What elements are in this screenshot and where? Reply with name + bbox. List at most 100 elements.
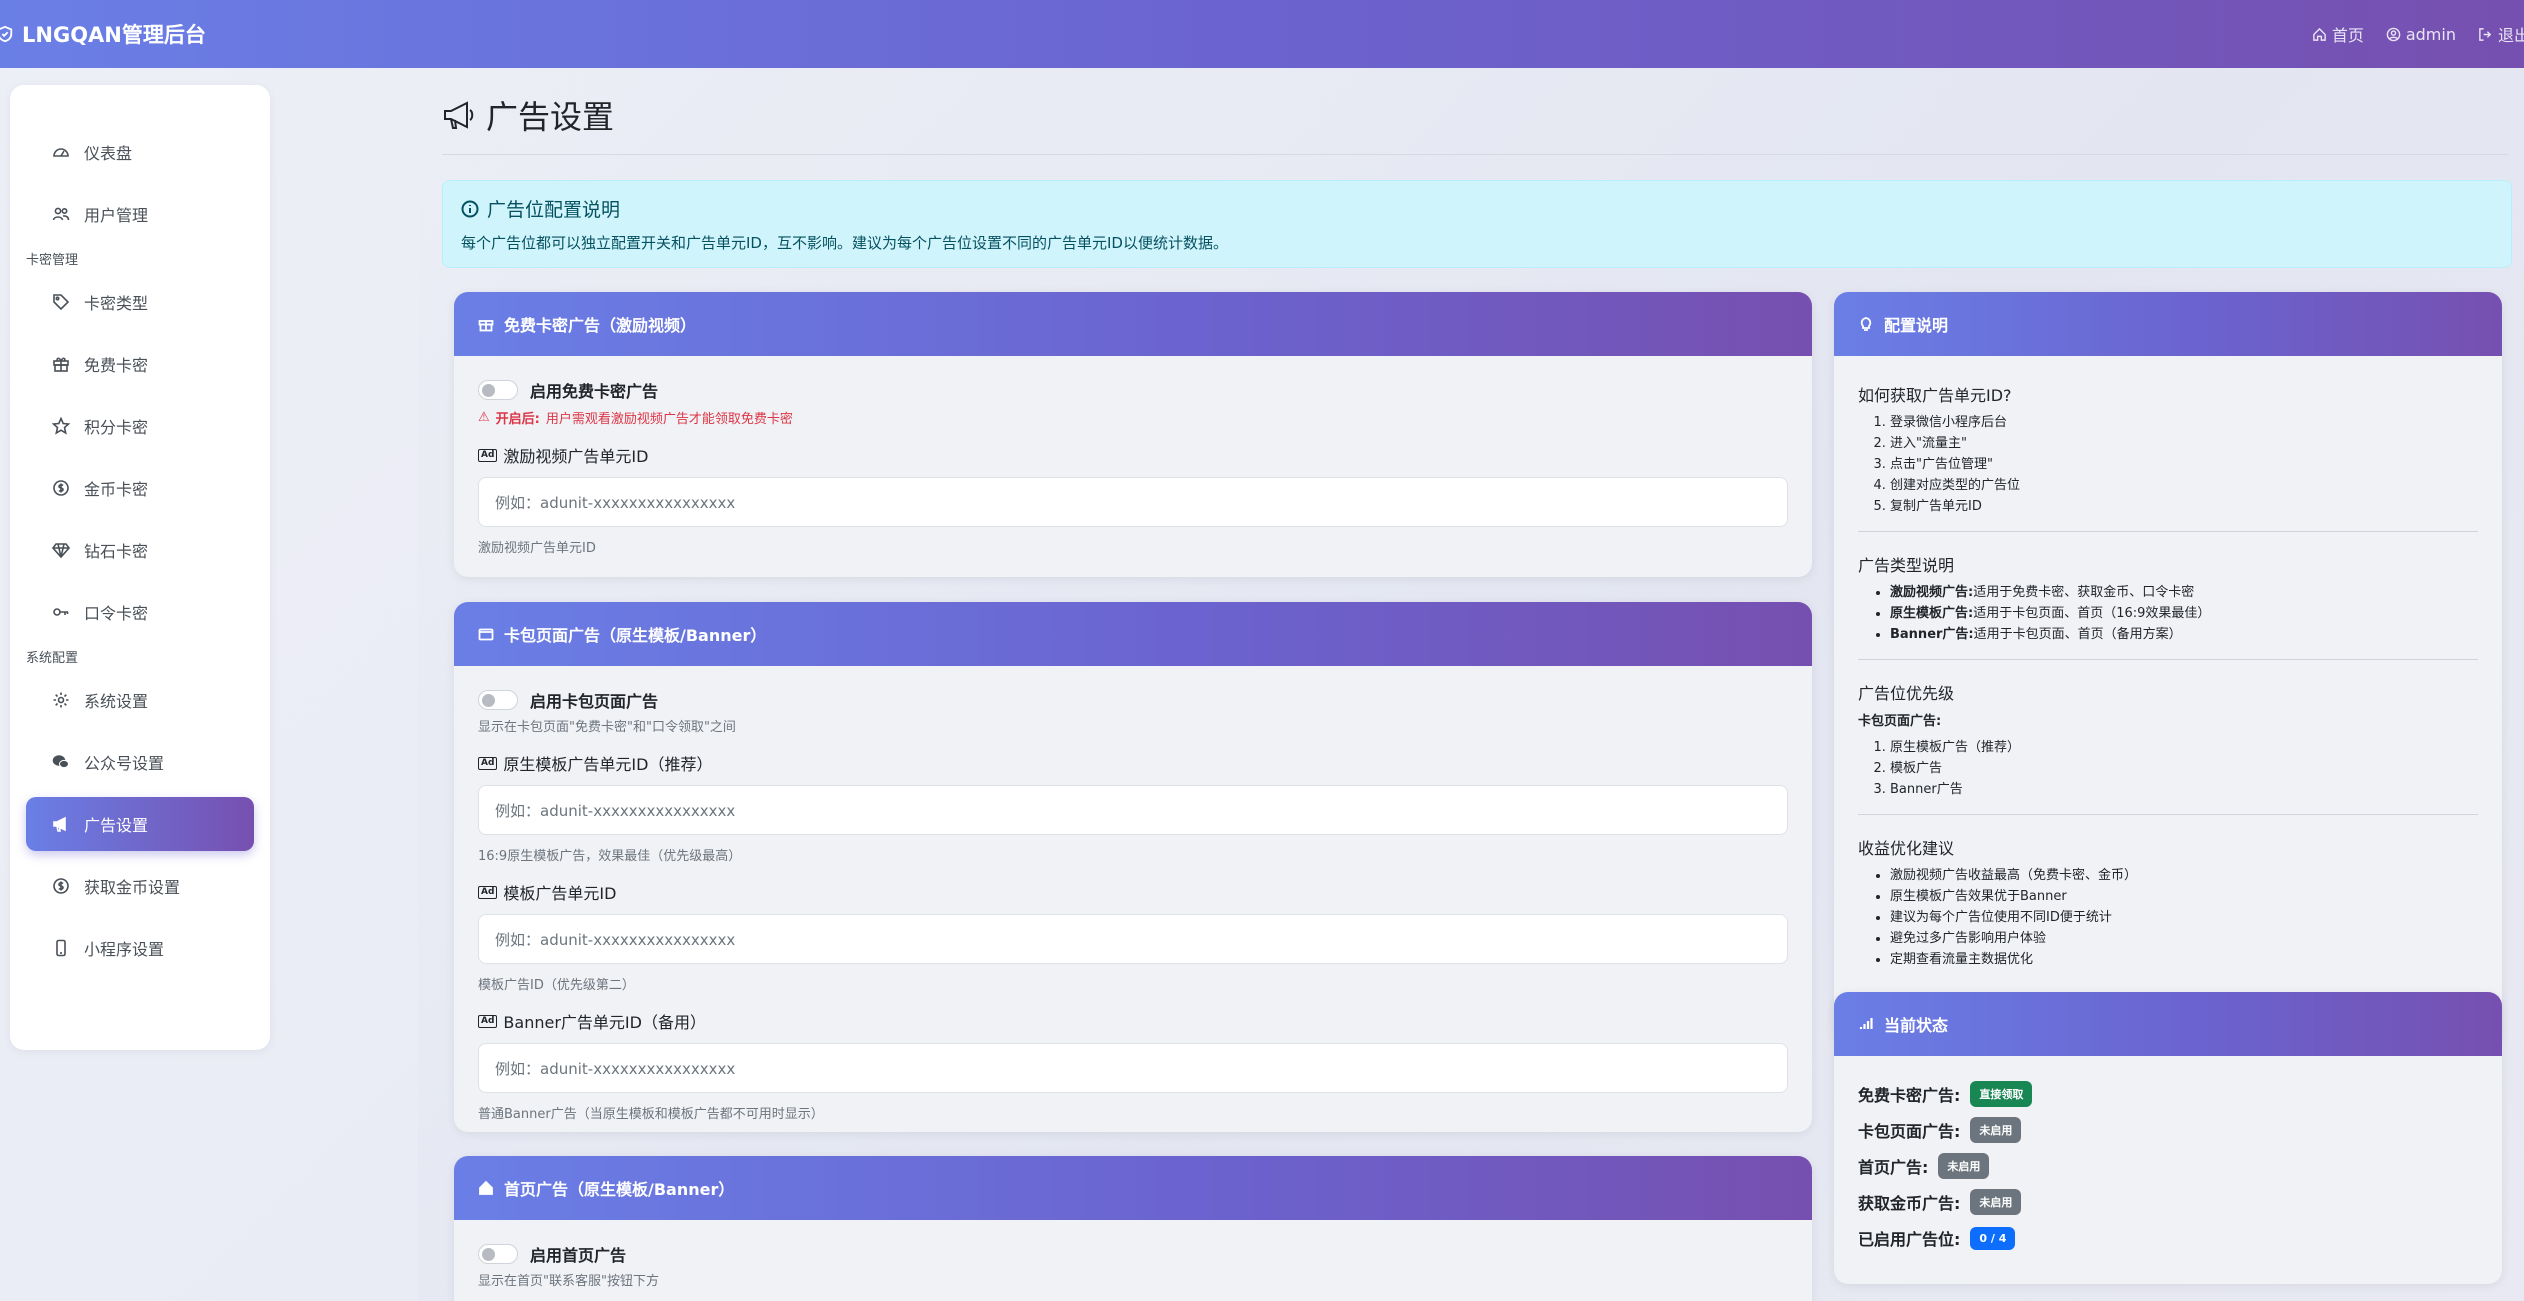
banner-ad-unit-input[interactable]: 例如：adunit-xxxxxxxxxxxxxxxx (478, 1043, 1788, 1093)
home-ad-toggle[interactable] (478, 1244, 518, 1264)
sidebar-item-users[interactable]: 用户管理 (26, 187, 254, 241)
info-alert: 广告位配置说明 每个广告位都可以独立配置开关和广告单元ID，互不影响。建议为每个… (442, 180, 2512, 268)
page-title: 广告设置 (442, 92, 614, 138)
logout-link-label: 退出 (2497, 26, 2524, 45)
ad-icon: Ad (478, 756, 498, 770)
sidebar-group-system: 系统配置 (26, 651, 79, 666)
field-label: Ad 激励视频广告单元ID (478, 443, 1788, 467)
item-text: 适用于免费卡密、获取金币、口令卡密 (1973, 585, 2195, 600)
megaphone-icon (444, 101, 474, 129)
priority-list: 原生模板广告（推荐） 模板广告 Banner广告 (1858, 737, 2478, 800)
list-item: 避免过多广告影响用户体验 (1890, 928, 2478, 949)
item-text: 适用于卡包页面、首页（16:9效果最佳） (1973, 606, 2211, 621)
section-title: 如何获取广告单元ID? (1858, 386, 2012, 405)
gift-icon (53, 357, 69, 372)
coin-icon (53, 878, 69, 894)
phone-icon (56, 939, 66, 957)
sidebar-item-label: 系统设置 (84, 692, 149, 711)
home-link-label: 首页 (2331, 26, 2364, 45)
brand[interactable]: LNGQAN管理后台 (0, 19, 206, 49)
key-icon (53, 608, 69, 616)
user-circle-icon (2386, 27, 2401, 41)
field-help: 普通Banner广告（当原生模板和模板广告都不可用时显示） (478, 1107, 824, 1122)
sidebar-item-gold-cards[interactable]: 金币卡密 (26, 461, 254, 515)
lightbulb-icon (1860, 317, 1872, 331)
status-row: 已启用广告位: 0 / 4 (1858, 1226, 2478, 1250)
wallet-icon (478, 628, 494, 641)
item-bold: Banner广告: (1890, 627, 1974, 642)
card-title: 当前状态 (1884, 1016, 1949, 1035)
card-title: 首页广告（原生模板/Banner） (504, 1180, 735, 1199)
field-label-text: 原生模板广告单元ID（推荐） (503, 755, 713, 774)
sidebar-item-coin-settings[interactable]: 获取金币设置 (26, 859, 254, 913)
rewarded-ad-unit-input[interactable]: 例如：adunit-xxxxxxxxxxxxxxxx (478, 477, 1788, 527)
shield-icon (0, 25, 13, 43)
home-ad-toggle-row: 启用首页广告 (478, 1242, 1788, 1266)
status-badge: 未启用 (1970, 1117, 2022, 1143)
status-label: 卡包页面广告: (1858, 1122, 1961, 1141)
alert-title: 广告位配置说明 (487, 199, 621, 221)
ad-icon: Ad (478, 1014, 498, 1028)
sidebar-item-label: 广告设置 (84, 816, 149, 835)
free-ad-toggle[interactable] (478, 380, 518, 400)
user-link[interactable]: admin (2386, 25, 2456, 44)
home-page-ad-card: 首页广告（原生模板/Banner） 启用首页广告 显示在首页"联系客服"按钮下方 (454, 1156, 1812, 1301)
free-card-ad-card: 免费卡密广告（激励视频） 启用免费卡密广告 ⚠ 开启后: 用户需观看激励视频广告… (454, 292, 1812, 577)
sidebar-item-label: 口令卡密 (84, 604, 149, 623)
sidebar-item-card-types[interactable]: 卡密类型 (26, 275, 254, 329)
sidebar-item-diamond-cards[interactable]: 钻石卡密 (26, 523, 254, 577)
list-item: 登录微信小程序后台 (1890, 412, 2478, 433)
card-title: 配置说明 (1884, 316, 1949, 335)
card-header: 首页广告（原生模板/Banner） (454, 1156, 1812, 1220)
steps-list: 登录微信小程序后台 进入"流量主" 点击"广告位管理" 创建对应类型的广告位 复… (1858, 412, 2478, 517)
field-label-text: 模板广告单元ID (503, 884, 617, 903)
field-help: 16:9原生模板广告，效果最佳（优先级最高） (478, 849, 742, 864)
sidebar-item-wechat-settings[interactable]: 公众号设置 (26, 735, 254, 789)
item-bold: 激励视频广告: (1890, 585, 1974, 600)
sidebar-item-free-cards[interactable]: 免费卡密 (26, 337, 254, 391)
field-label-text: 激励视频广告单元ID (503, 447, 649, 466)
sidebar-item-label: 积分卡密 (84, 418, 149, 437)
logout-link[interactable]: 退出 (2478, 22, 2524, 46)
wallet-ad-toggle[interactable] (478, 690, 518, 710)
sidebar-item-label: 钻石卡密 (84, 542, 149, 561)
card-title: 卡包页面广告（原生模板/Banner） (504, 626, 767, 645)
sidebar-item-points-cards[interactable]: 积分卡密 (26, 399, 254, 453)
wallet-ad-toggle-row: 启用卡包页面广告 (478, 688, 1788, 712)
sidebar-item-ad-settings[interactable]: 广告设置 (26, 797, 254, 851)
signal-bars-icon (1859, 1018, 1873, 1029)
field-help: 激励视频广告单元ID (478, 541, 596, 556)
sidebar-item-miniprogram-settings[interactable]: 小程序设置 (26, 921, 254, 975)
warning-text: ⚠ 开启后: 用户需观看激励视频广告才能领取免费卡密 (478, 408, 1788, 427)
field-label: Ad 原生模板广告单元ID（推荐） (478, 751, 1788, 775)
template-ad-unit-input[interactable]: 例如：adunit-xxxxxxxxxxxxxxxx (478, 914, 1788, 964)
status-label: 首页广告: (1858, 1158, 1929, 1177)
native-template-ad-unit-input[interactable]: 例如：adunit-xxxxxxxxxxxxxxxx (478, 785, 1788, 835)
sidebar-item-system-settings[interactable]: 系统设置 (26, 673, 254, 727)
warning-message: 用户需观看激励视频广告才能领取免费卡密 (545, 412, 793, 427)
status-row: 卡包页面广告: 未启用 (1858, 1117, 2478, 1143)
home-link[interactable]: 首页 (2312, 22, 2364, 46)
input-placeholder: 例如：adunit-xxxxxxxxxxxxxxxx (495, 930, 736, 949)
ad-types-list: 激励视频广告:适用于免费卡密、获取金币、口令卡密 原生模板广告:适用于卡包页面、… (1858, 582, 2478, 645)
card-header: 配置说明 (1834, 292, 2502, 356)
list-item: 模板广告 (1890, 758, 2478, 779)
divider (1858, 531, 2478, 532)
sidebar-item-dashboard[interactable]: 仪表盘 (26, 125, 254, 179)
input-placeholder: 例如：adunit-xxxxxxxxxxxxxxxx (495, 1059, 736, 1078)
sidebar-item-label: 金币卡密 (84, 480, 149, 499)
sidebar-item-code-cards[interactable]: 口令卡密 (26, 585, 254, 639)
gear-icon (53, 692, 69, 708)
coin-icon (53, 480, 69, 496)
sidebar-item-label: 获取金币设置 (84, 878, 181, 897)
list-item: 进入"流量主" (1890, 433, 2478, 454)
sidebar-item-label: 卡密类型 (84, 294, 149, 313)
home-icon (479, 1180, 493, 1195)
status-badge: 直接领取 (1970, 1081, 2033, 1107)
users-icon (52, 207, 70, 221)
gift-icon (478, 320, 494, 332)
list-item: Banner广告:适用于卡包页面、首页（备用方案） (1890, 624, 2478, 645)
card-header: 当前状态 (1834, 992, 2502, 1056)
list-item: 激励视频广告收益最高（免费卡密、金币） (1890, 865, 2478, 886)
status-label: 已启用广告位: (1858, 1230, 1961, 1249)
